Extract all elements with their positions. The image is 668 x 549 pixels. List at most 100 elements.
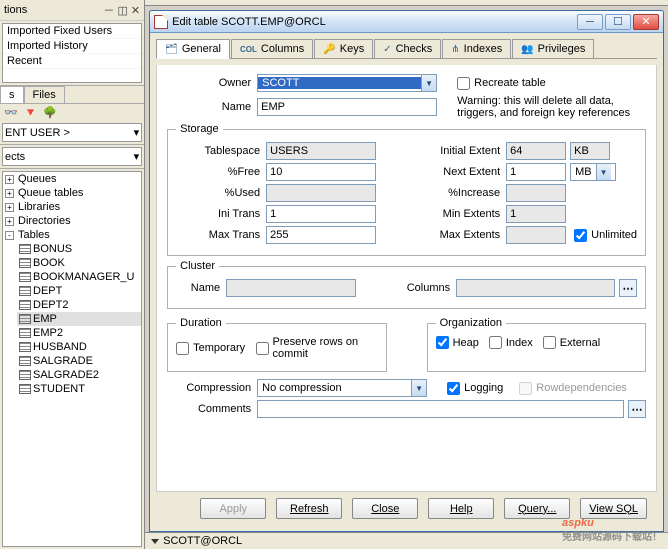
glasses-icon[interactable]: 👓 (4, 106, 18, 119)
table-icon (19, 314, 31, 324)
cluster-columns-input[interactable] (456, 279, 615, 297)
table-item[interactable]: BONUS (17, 242, 141, 256)
table-item[interactable]: HUSBAND (17, 340, 141, 354)
table-item[interactable]: STUDENT (17, 382, 141, 396)
recreate-checkbox[interactable]: Recreate table (457, 77, 546, 90)
tab-files[interactable]: Files (24, 86, 65, 103)
user-dropdown[interactable]: ENT USER > ▾ (2, 123, 142, 142)
heap-checkbox[interactable]: Heap (436, 336, 479, 349)
list-item[interactable]: Imported History (3, 39, 141, 54)
sidebar: tions － ◫ ✕ Imported Fixed Users Importe… (0, 0, 145, 549)
cluster-name-label: Name (176, 282, 226, 294)
objects-dropdown-label: ects (5, 151, 25, 163)
tab-keys[interactable]: 🔑Keys (314, 39, 373, 58)
close-button[interactable]: Close (352, 498, 418, 519)
comments-more-button[interactable]: ⋯ (628, 400, 646, 418)
pctincrease-input[interactable] (506, 184, 566, 202)
table-icon (19, 300, 31, 310)
organization-group: Organization Heap Index External (427, 317, 646, 372)
external-checkbox[interactable]: External (543, 336, 600, 349)
chevron-down-icon: ▼ (421, 75, 436, 91)
filter-icon[interactable]: 🔻 (24, 106, 38, 119)
privileges-icon: 👥 (521, 44, 533, 55)
minimize-button[interactable]: ─ (577, 14, 603, 30)
table-item[interactable]: SALGRADE (17, 354, 141, 368)
list-item[interactable]: Recent (3, 54, 141, 69)
name-input[interactable] (257, 98, 437, 116)
owner-label: Owner (167, 77, 257, 89)
table-icon (19, 342, 31, 352)
maxextents-label: Max Extents (416, 229, 506, 241)
pctfree-input[interactable] (266, 163, 376, 181)
pctincrease-label: %Increase (416, 187, 506, 199)
next-unit-combo[interactable]: MB▼ (570, 163, 616, 181)
objects-dropdown[interactable]: ects ▾ (2, 147, 142, 166)
cluster-name-input[interactable] (226, 279, 356, 297)
chevron-down-icon: ▾ (134, 150, 140, 163)
main-area: Edit table SCOTT.EMP@ORCL ─ ☐ ✕ 🗂General… (145, 0, 668, 549)
index-checkbox[interactable]: Index (489, 336, 533, 349)
maxtrans-input[interactable] (266, 226, 376, 244)
pctused-input[interactable] (266, 184, 376, 202)
list-item[interactable]: Imported Fixed Users (3, 24, 141, 39)
initial-extent-input[interactable] (506, 142, 566, 160)
initrans-label: Ini Trans (176, 208, 266, 220)
maximize-button[interactable]: ☐ (605, 14, 631, 30)
table-icon (19, 258, 31, 268)
chevron-down-icon[interactable] (151, 539, 159, 544)
titlebar[interactable]: Edit table SCOTT.EMP@ORCL ─ ☐ ✕ (150, 11, 663, 33)
table-item[interactable]: DEPT (17, 284, 141, 298)
table-item[interactable]: SALGRADE2 (17, 368, 141, 382)
query-button[interactable]: Query... (504, 498, 570, 519)
tree-node[interactable]: +Queues (3, 172, 141, 186)
imported-list[interactable]: Imported Fixed Users Imported History Re… (2, 23, 142, 83)
expand-icon: + (5, 189, 14, 198)
close-button[interactable]: ✕ (633, 14, 659, 30)
tab-checks[interactable]: ✓Checks (374, 39, 441, 58)
next-extent-input[interactable] (506, 163, 566, 181)
tab-privileges[interactable]: 👥 Privileges (512, 39, 594, 58)
collapse-icon: - (5, 231, 14, 240)
logging-checkbox[interactable]: Logging (447, 382, 503, 395)
view-sql-button[interactable]: View SQL (580, 498, 647, 519)
initrans-input[interactable] (266, 205, 376, 223)
tab-indexes[interactable]: ⋔Indexes (442, 39, 511, 58)
tablespace-input[interactable] (266, 142, 376, 160)
tab-general[interactable]: 🗂General (156, 39, 230, 59)
tab-columns[interactable]: COL Columns (231, 39, 313, 58)
tree-node[interactable]: +Libraries (3, 200, 141, 214)
sidebar-window-controls[interactable]: － ◫ ✕ (103, 2, 140, 18)
sidebar-title: tions (4, 4, 27, 16)
tree-node[interactable]: +Queue tables (3, 186, 141, 200)
table-item[interactable]: DEPT2 (17, 298, 141, 312)
pctfree-label: %Free (176, 166, 266, 178)
table-item[interactable]: EMP2 (17, 326, 141, 340)
tab-label: Privileges (538, 43, 586, 55)
tree-node[interactable]: -Tables (3, 228, 141, 242)
initial-extent-label: Initial Extent (416, 145, 506, 157)
tab-label: Checks (396, 43, 433, 55)
comments-input[interactable] (257, 400, 624, 418)
initial-unit[interactable] (570, 142, 610, 160)
cluster-columns-more-button[interactable]: ⋯ (619, 279, 637, 297)
columns-icon: COL (240, 45, 257, 54)
unlimited-checkbox[interactable]: Unlimited (574, 229, 637, 242)
table-item[interactable]: BOOK (17, 256, 141, 270)
tree-icon[interactable]: 🌳 (43, 106, 57, 119)
table-item-selected[interactable]: EMP (17, 312, 141, 326)
refresh-button[interactable]: Refresh (276, 498, 342, 519)
help-button[interactable]: Help (428, 498, 494, 519)
compression-combo[interactable]: No compression▼ (257, 379, 427, 397)
maxextents-input[interactable] (506, 226, 566, 244)
temporary-checkbox[interactable]: Temporary (176, 342, 245, 355)
table-icon (19, 370, 31, 380)
preserve-rows-checkbox[interactable]: Preserve rows on commit (256, 336, 378, 360)
tree-node[interactable]: +Directories (3, 214, 141, 228)
tab-label: Columns (261, 43, 304, 55)
tab-s[interactable]: s (0, 86, 24, 103)
owner-combo[interactable]: SCOTT▼ (257, 74, 437, 92)
mini-toolbar: 👓 🔻 🌳 (0, 104, 144, 121)
table-item[interactable]: BOOKMANAGER_U (17, 270, 141, 284)
object-tree[interactable]: +Queues +Queue tables +Libraries +Direct… (2, 171, 142, 547)
minextents-input[interactable] (506, 205, 566, 223)
